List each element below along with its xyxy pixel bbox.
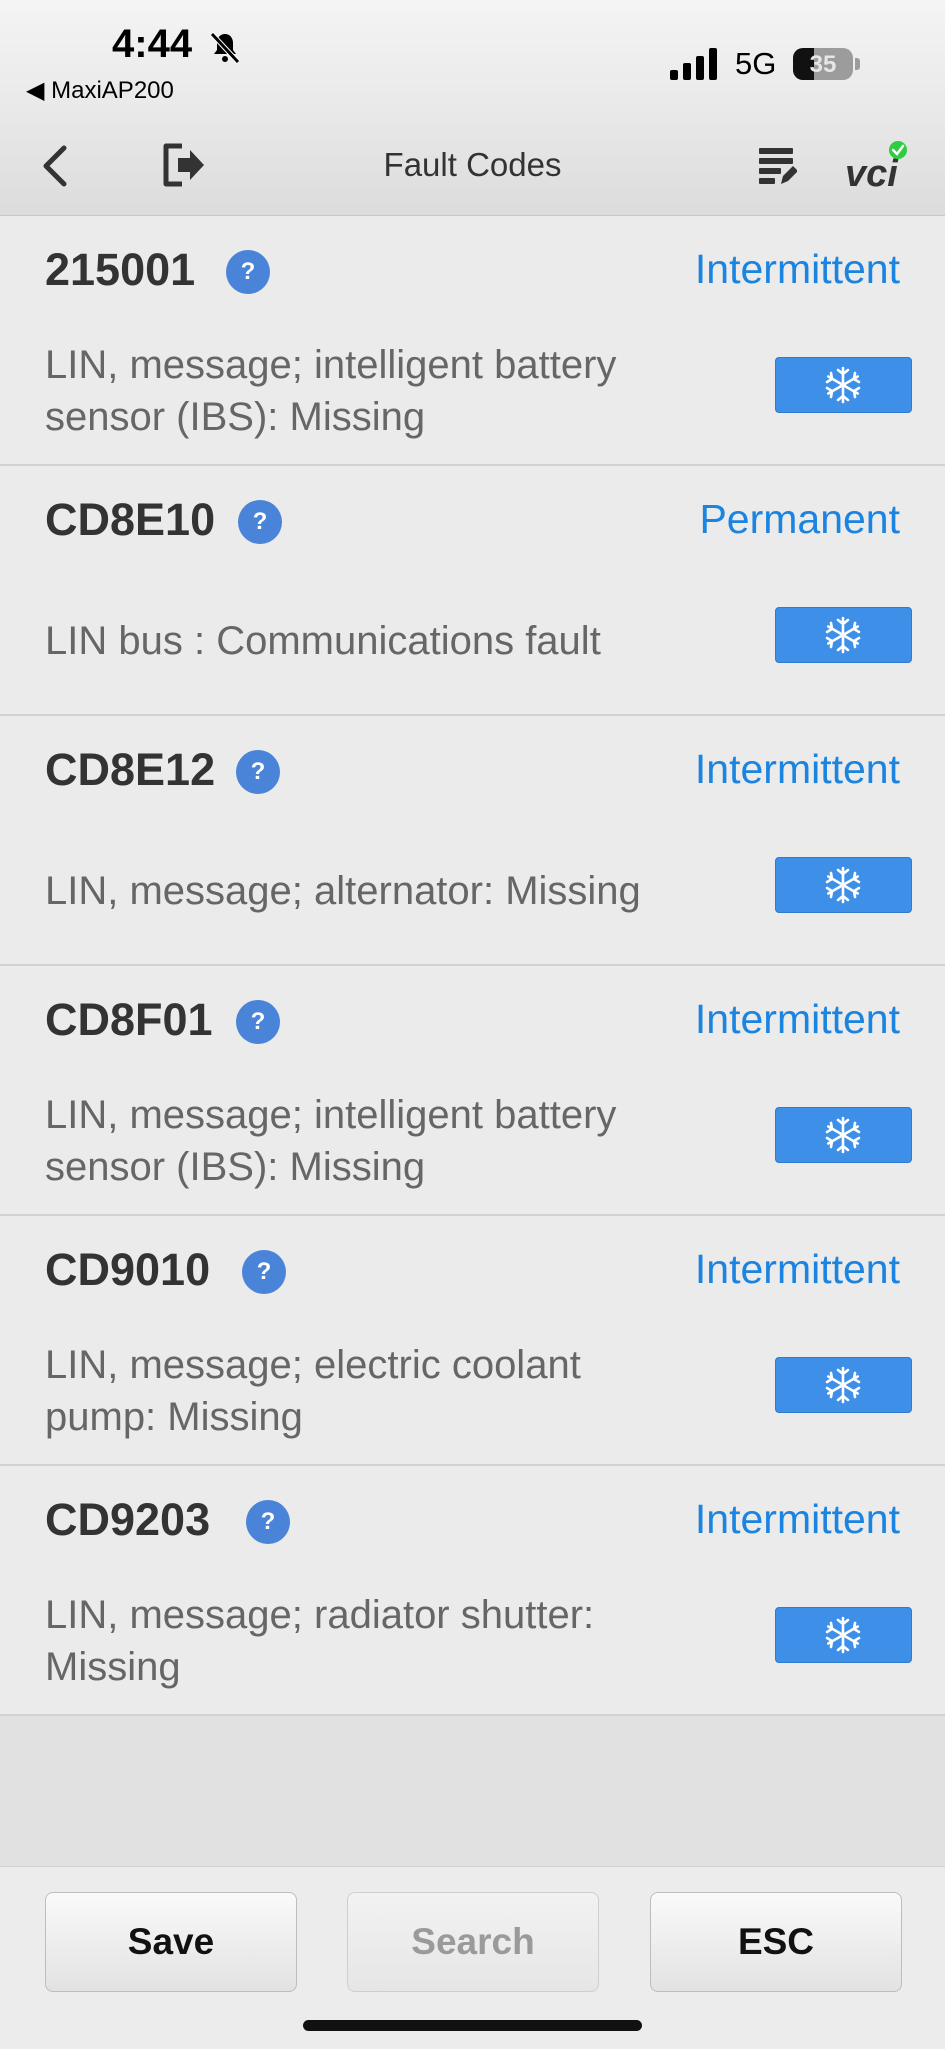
top-header: 4:44 ◀ MaxiAP200 5G 35 Fault Codes vci bbox=[0, 0, 945, 216]
help-icon[interactable]: ? bbox=[236, 1000, 280, 1044]
freeze-frame-button[interactable] bbox=[775, 1357, 912, 1413]
help-icon[interactable]: ? bbox=[246, 1500, 290, 1544]
fault-status: Intermittent bbox=[694, 246, 900, 292]
fault-code: CD8F01 bbox=[45, 994, 213, 1045]
help-icon[interactable]: ? bbox=[242, 1250, 286, 1294]
fault-row[interactable]: CD8F01? Intermittent LIN, message; intelli… bbox=[0, 966, 945, 1216]
fault-code: CD8E12 bbox=[45, 744, 216, 795]
help-icon[interactable]: ? bbox=[226, 250, 270, 294]
snowflake-icon bbox=[825, 1116, 861, 1154]
page-title: Fault Codes bbox=[383, 146, 562, 183]
snowflake-icon bbox=[825, 616, 861, 654]
cellular-signal-icon bbox=[670, 48, 717, 80]
fault-code: CD9203 bbox=[45, 1494, 211, 1545]
fault-description: LIN, message; intelligent battery sensor… bbox=[45, 1093, 617, 1189]
home-indicator[interactable] bbox=[303, 2020, 642, 2031]
snowflake-icon bbox=[825, 1366, 861, 1404]
help-icon[interactable]: ? bbox=[238, 500, 282, 544]
freeze-frame-button[interactable] bbox=[775, 607, 912, 663]
svg-text:vci: vci bbox=[845, 153, 899, 192]
freeze-frame-button[interactable] bbox=[775, 1107, 912, 1163]
fault-status: Intermittent bbox=[694, 1496, 900, 1542]
search-button[interactable]: Search bbox=[347, 1892, 599, 1992]
report-icon[interactable] bbox=[757, 144, 797, 188]
battery-percent: 35 bbox=[809, 51, 837, 78]
fault-code: CD8E10 bbox=[45, 494, 216, 545]
fault-description: LIN, message; alternator: Missing bbox=[45, 869, 641, 913]
fault-row[interactable]: 215001? Intermittent LIN, message; intelli… bbox=[0, 216, 945, 466]
bell-muted-icon bbox=[210, 32, 240, 64]
fault-description: LIN, message; intelligent battery sensor… bbox=[45, 343, 617, 439]
fault-code-list: 215001? Intermittent LIN, message; intelli… bbox=[0, 216, 945, 1716]
fault-status: Intermittent bbox=[694, 746, 900, 792]
freeze-frame-button[interactable] bbox=[775, 1607, 912, 1663]
vci-connected-icon[interactable]: vci bbox=[845, 140, 909, 192]
battery-icon: 35 bbox=[793, 48, 861, 80]
network-type: 5G bbox=[735, 46, 777, 81]
fault-row[interactable]: CD8E12? Intermittent LIN, message; alterna… bbox=[0, 716, 945, 966]
fault-code: 215001 bbox=[45, 244, 196, 295]
fault-status: Intermittent bbox=[694, 1246, 900, 1292]
fault-row[interactable]: CD9203? Intermittent LIN, message; radiato… bbox=[0, 1466, 945, 1716]
fault-status: Intermittent bbox=[694, 996, 900, 1042]
back-app-label: MaxiAP200 bbox=[51, 77, 174, 104]
snowflake-icon bbox=[825, 366, 861, 404]
fault-row[interactable]: CD8E10? Permanent LIN bus : Communications… bbox=[0, 466, 945, 716]
bottom-toolbar: Save Search ESC bbox=[0, 1866, 945, 2049]
back-to-app-link[interactable]: ◀ MaxiAP200 bbox=[26, 76, 174, 105]
fault-description: LIN, message; radiator shutter: Missing bbox=[45, 1593, 595, 1689]
freeze-frame-button[interactable] bbox=[775, 857, 912, 913]
help-icon[interactable]: ? bbox=[236, 750, 280, 794]
fault-description: LIN, message; electric coolant pump: Mis… bbox=[45, 1343, 581, 1439]
fault-code: CD9010 bbox=[45, 1244, 211, 1295]
status-time: 4:44 bbox=[112, 22, 193, 66]
fault-description: LIN bus : Communications fault bbox=[45, 619, 601, 663]
snowflake-icon bbox=[825, 1616, 861, 1654]
esc-button[interactable]: ESC bbox=[650, 1892, 902, 1992]
save-button[interactable]: Save bbox=[45, 1892, 297, 1992]
fault-status: Permanent bbox=[699, 496, 900, 542]
fault-row[interactable]: CD9010? Intermittent LIN, message; electri… bbox=[0, 1216, 945, 1466]
snowflake-icon bbox=[825, 866, 861, 904]
freeze-frame-button[interactable] bbox=[775, 357, 912, 413]
